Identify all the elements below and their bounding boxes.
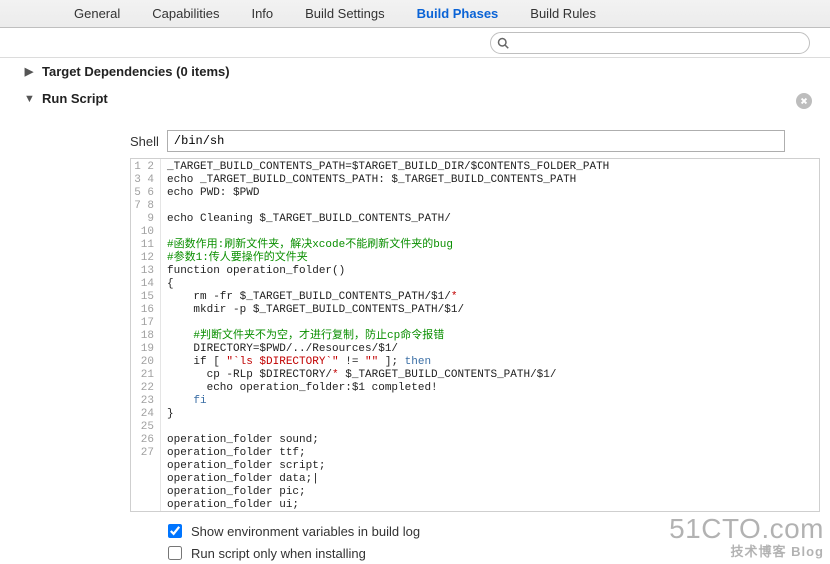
tab-bar: General Capabilities Info Build Settings… <box>0 0 830 28</box>
script-options: Show environment variables in build log … <box>164 520 812 564</box>
tab-info[interactable]: Info <box>247 4 277 23</box>
phase-target-dependencies-title: Target Dependencies (0 items) <box>42 64 230 79</box>
tab-general[interactable]: General <box>70 4 124 23</box>
close-icon <box>800 97 808 105</box>
disclosure-right-icon: ▶ <box>24 65 34 78</box>
search-icon <box>497 37 509 49</box>
shell-input[interactable] <box>167 130 785 152</box>
disclosure-down-icon: ▼ <box>24 93 34 105</box>
only-install-checkbox[interactable] <box>168 546 182 560</box>
only-install-label: Run script only when installing <box>191 546 366 561</box>
delete-phase-button[interactable] <box>796 93 812 109</box>
script-code[interactable]: _TARGET_BUILD_CONTENTS_PATH=$TARGET_BUIL… <box>161 159 819 511</box>
tab-capabilities[interactable]: Capabilities <box>148 4 223 23</box>
shell-row: Shell <box>130 130 812 152</box>
script-editor[interactable]: 1 2 3 4 5 6 7 8 9 10 11 12 13 14 15 16 1… <box>130 158 820 512</box>
tab-build-settings[interactable]: Build Settings <box>301 4 389 23</box>
search-input[interactable] <box>490 32 810 54</box>
phase-target-dependencies-header[interactable]: ▶ Target Dependencies (0 items) <box>24 64 812 79</box>
tab-build-phases[interactable]: Build Phases <box>413 4 503 23</box>
search-field-wrap <box>490 32 810 54</box>
phase-run-script-header[interactable]: ▼ Run Script <box>24 91 812 106</box>
phase-target-dependencies: ▶ Target Dependencies (0 items) <box>0 58 830 85</box>
filter-bar <box>0 28 830 58</box>
phase-run-script: ▼ Run Script Shell 1 2 3 4 5 6 7 8 9 10 … <box>0 85 830 564</box>
phase-run-script-title: Run Script <box>42 91 108 106</box>
show-env-checkbox[interactable] <box>168 524 182 538</box>
script-gutter: 1 2 3 4 5 6 7 8 9 10 11 12 13 14 15 16 1… <box>131 159 161 511</box>
shell-label: Shell <box>130 134 159 149</box>
show-env-label: Show environment variables in build log <box>191 524 420 539</box>
tab-build-rules[interactable]: Build Rules <box>526 4 600 23</box>
